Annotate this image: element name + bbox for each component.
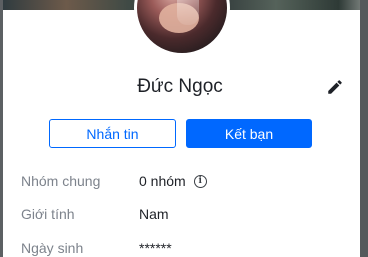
add-friend-button-label: Kết bạn <box>224 125 274 142</box>
pencil-icon[interactable] <box>326 78 344 96</box>
gender-label: Giới tính <box>21 206 75 222</box>
info-row-groups: Nhóm chung 0 nhóm i <box>21 171 207 191</box>
groups-value[interactable]: 0 nhóm <box>139 173 186 189</box>
left-overlay-edge <box>0 0 3 257</box>
info-icon[interactable]: i <box>193 174 207 188</box>
gender-value: Nam <box>139 206 169 222</box>
avatar-photo-glass <box>177 0 199 25</box>
message-button-label: Nhắn tin <box>86 125 139 142</box>
dob-label: Ngày sinh <box>21 240 84 256</box>
groups-label: Nhóm chung <box>21 173 101 189</box>
dob-value: ****** <box>139 240 172 256</box>
info-row-dob: Ngày sinh ****** <box>21 238 172 257</box>
profile-name: Đức Ngọc <box>137 76 223 97</box>
right-overlay-edge <box>360 0 368 257</box>
profile-card: Đức Ngọc Nhắn tin Kết bạn Nhóm chung 0 n… <box>0 0 368 257</box>
avatar[interactable] <box>134 0 230 56</box>
info-row-gender: Giới tính Nam <box>21 204 169 224</box>
message-button[interactable]: Nhắn tin <box>49 119 176 148</box>
add-friend-button[interactable]: Kết bạn <box>186 119 312 148</box>
